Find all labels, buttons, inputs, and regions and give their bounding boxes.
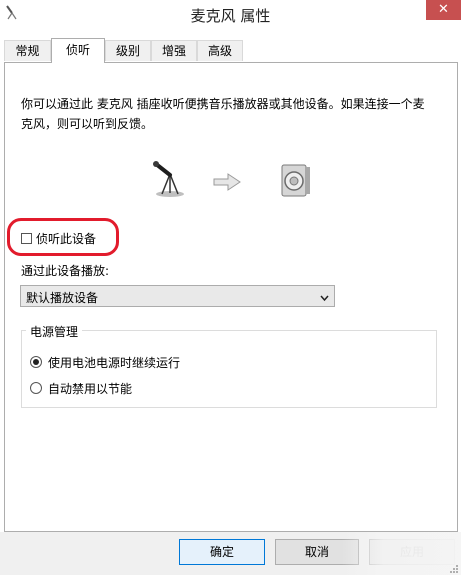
tab-advanced[interactable]: 高级 <box>197 40 243 61</box>
speaker-icon <box>278 164 312 198</box>
play-through-label: 通过此设备播放: <box>21 264 110 278</box>
close-icon: ✕ <box>438 2 449 17</box>
tab-listen[interactable]: 侦听 <box>51 38 105 63</box>
tab-general[interactable]: 常规 <box>4 40 51 61</box>
tab-levels[interactable]: 级别 <box>105 40 151 61</box>
resize-grip-icon[interactable] <box>449 563 459 573</box>
microphone-icon <box>150 160 190 198</box>
auto-disable-label[interactable]: 自动禁用以节能 <box>48 380 132 397</box>
continue-on-battery-label[interactable]: 使用电池电源时继续运行 <box>48 354 180 371</box>
playback-device-dropdown[interactable]: 默认播放设备 <box>20 285 335 307</box>
tab-enhancements[interactable]: 增强 <box>151 40 197 61</box>
close-button[interactable]: ✕ <box>426 0 461 20</box>
power-management-title: 电源管理 <box>26 323 83 340</box>
playback-device-value: 默认播放设备 <box>26 291 99 305</box>
listen-device-label[interactable]: 侦听此设备 <box>36 230 96 247</box>
title-bar: 麦克风 属性 ✕ <box>0 0 461 29</box>
chevron-down-icon <box>320 292 329 302</box>
watermark-overlay <box>342 532 461 575</box>
continue-on-battery-radio[interactable] <box>30 356 42 368</box>
listen-device-checkbox[interactable] <box>21 233 32 244</box>
ok-button[interactable]: 确定 <box>179 539 265 565</box>
arrow-right-icon <box>213 173 241 191</box>
listen-description: 你可以通过此 麦克风 插座收听便携音乐播放器或其他设备。如果连接一个麦克风，则可… <box>21 97 425 131</box>
window-title: 麦克风 属性 <box>190 7 271 25</box>
auto-disable-radio[interactable] <box>30 382 42 394</box>
